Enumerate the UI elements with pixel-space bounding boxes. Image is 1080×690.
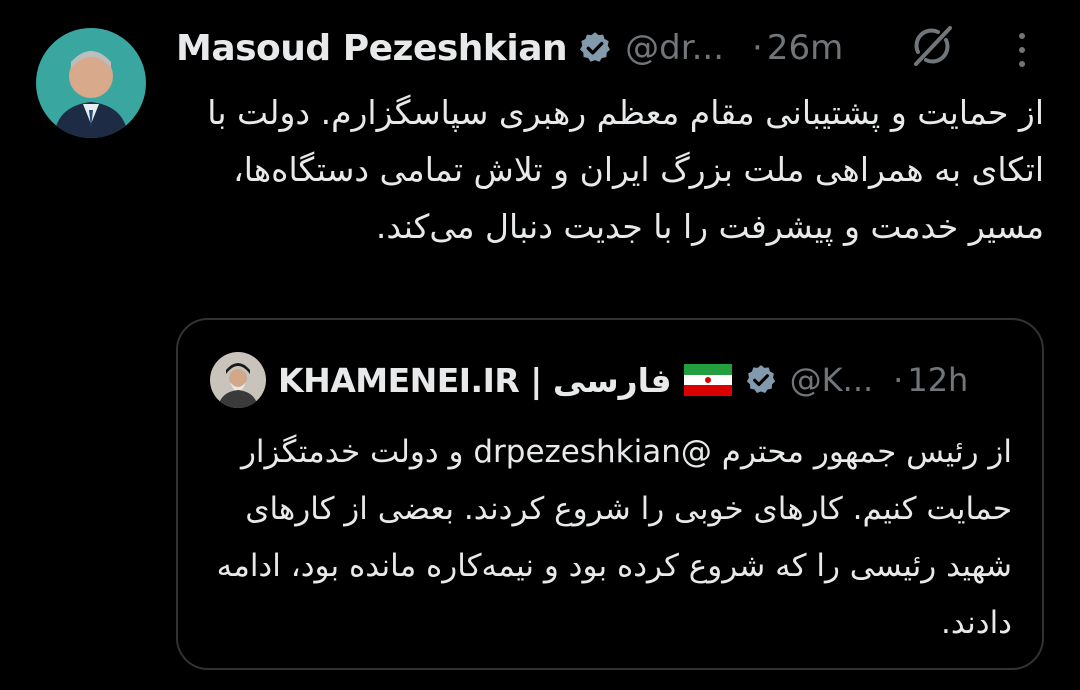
tweet-text: از حمایت و پشتیبانی مقام معظم رهبری سپاس… [207, 93, 1044, 246]
quoted-tweet-text: از رئیس جمهور محترم @drpezeshkian و دولت… [216, 434, 1012, 641]
author-avatar[interactable] [36, 28, 146, 138]
separator-dot: · [893, 361, 904, 399]
author-display-name[interactable]: Masoud Pezeshkian [176, 28, 568, 69]
quoted-author-avatar[interactable] [210, 352, 266, 408]
verified-badge-icon[interactable] [577, 30, 613, 66]
quoted-author-handle[interactable]: @K... [790, 361, 874, 399]
quoted-tweet-timestamp[interactable]: 12h [907, 361, 968, 399]
quoted-author-display-name[interactable]: KHAMENEI.IR | فارسی [278, 361, 672, 400]
quoted-tweet-header: KHAMENEI.IR | فارسی @K... · 12h [278, 354, 968, 406]
tweet-header: Masoud Pezeshkian @dr... · 26m [176, 22, 843, 74]
iran-flag-icon [683, 364, 732, 396]
tweet-timestamp[interactable]: 26m [767, 28, 843, 68]
more-options-icon[interactable] [1014, 30, 1030, 70]
quoted-tweet-card[interactable]: KHAMENEI.IR | فارسی @K... · 12h از رئیس … [176, 318, 1044, 670]
verified-badge-icon[interactable] [744, 363, 778, 397]
grok-icon[interactable] [908, 22, 956, 70]
separator-dot: · [752, 28, 763, 68]
author-handle[interactable]: @dr... [625, 28, 724, 68]
